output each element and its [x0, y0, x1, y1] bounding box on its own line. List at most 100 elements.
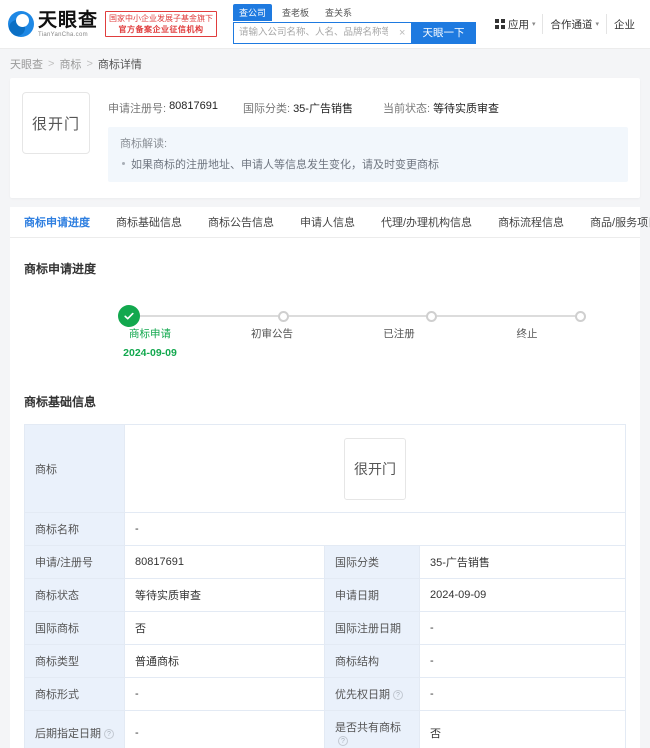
row-priority-value: - [419, 677, 626, 711]
row-form-value: - [124, 677, 325, 711]
row-intl-label: 国际商标 [24, 611, 125, 645]
row-shared-label-text: 是否共有商标 [335, 722, 401, 734]
table-row: 申请/注册号 80817691 国际分类 35-广告销售 [24, 545, 626, 579]
summary-field-regno: 申请注册号: 80817691 [108, 100, 243, 116]
row-regno-label: 申请/注册号 [24, 545, 125, 579]
row-class-value: 35-广告销售 [419, 545, 626, 579]
step-label-3-name: 已注册 [383, 328, 415, 340]
tab-applicant-info[interactable]: 申请人信息 [287, 207, 368, 237]
step-node-3[interactable] [426, 310, 438, 322]
tab-agency-info[interactable]: 代理/办理机构信息 [368, 207, 485, 237]
site-header: 天眼查 TianYanCha.com 国家中小企业发展子基金旗下 官方备案企业征… [0, 0, 650, 49]
step-node-4[interactable] [575, 310, 587, 322]
table-row: 商标名称 - [24, 512, 626, 546]
application-progress-stepper: 商标申请 2024-09-09 初审公告 已注册 终止 [24, 293, 626, 371]
site-logo[interactable]: 天眼查 TianYanCha.com [8, 11, 98, 38]
row-class-label: 国际分类 [324, 545, 420, 579]
row-appdate-label: 申请日期 [324, 578, 420, 612]
help-icon[interactable]: ? [338, 736, 348, 747]
step-label-3: 已注册 [354, 326, 444, 341]
step-node-1-done[interactable] [118, 305, 140, 327]
summary-field-regno-label: 申请注册号: [108, 103, 167, 115]
step-label-2: 初审公告 [227, 326, 317, 341]
summary-field-status-value: 等待实质审查 [433, 103, 500, 115]
summary-field-class-value: 35-广告销售 [293, 103, 353, 115]
search-area: 查公司 查老板 查关系 × 天眼一下 [233, 3, 477, 44]
step-label-1-date: 2024-09-09 [123, 347, 177, 359]
note-title: 商标解读: [120, 138, 168, 150]
tab-announcement-info[interactable]: 商标公告信息 [195, 207, 287, 237]
row-intldate-value: - [419, 611, 626, 645]
header-nav: 应用 ▾ 合作通道 ▾ 企业 [488, 14, 642, 34]
check-icon [124, 312, 134, 320]
table-row: 商标类型 普通商标 商标结构 - [24, 644, 626, 678]
search-button[interactable]: 天眼一下 [411, 22, 476, 43]
breadcrumb-separator-1: > [48, 57, 55, 70]
stepper-line-2 [288, 315, 427, 317]
basic-info-section: 商标基础信息 商标 很开门 商标名称 - 申请/注册号 80817691 国际分… [10, 371, 640, 748]
nav-partner-label: 合作通道 [550, 18, 593, 31]
logo-text-cn: 天眼查 [38, 9, 99, 31]
nav-apps[interactable]: 应用 ▾ [488, 14, 542, 34]
search-tab-boss[interactable]: 查老板 [276, 4, 315, 21]
progress-section-title: 商标申请进度 [24, 262, 97, 276]
nav-partner[interactable]: 合作通道 ▾ [542, 14, 606, 34]
row-laterdate-label: 后期指定日期? [24, 710, 125, 748]
step-label-4: 终止 [482, 326, 572, 341]
stepper-line-3 [437, 315, 576, 317]
breadcrumb-item-current: 商标详情 [97, 58, 142, 71]
table-row: 后期指定日期? - 是否共有商标? 否 [24, 710, 626, 748]
breadcrumb-separator-2: > [86, 57, 93, 70]
step-label-2-name: 初审公告 [251, 328, 293, 340]
row-name-value: - [124, 512, 626, 546]
note-line: 如果商标的注册地址、申请人等信息发生变化，请及时变更商标 [120, 156, 616, 172]
table-row-logo: 商标 很开门 [24, 424, 626, 513]
row-intldate-label: 国际注册日期 [324, 611, 420, 645]
help-icon[interactable]: ? [104, 729, 114, 740]
row-type-label: 商标类型 [24, 644, 125, 678]
tab-goods-services[interactable]: 商品/服务项目 [577, 207, 650, 237]
row-form-label: 商标形式 [24, 677, 125, 711]
summary-field-status: 当前状态: 等待实质审查 [383, 100, 499, 116]
breadcrumb: 天眼查 > 商标 > 商标详情 [0, 49, 650, 78]
table-row: 商标形式 - 优先权日期? - [24, 677, 626, 711]
row-appdate-value: 2024-09-09 [419, 578, 626, 612]
basic-info-title: 商标基础信息 [24, 395, 97, 409]
stepper-track [118, 305, 587, 327]
breadcrumb-item-trademark[interactable]: 商标 [59, 56, 81, 72]
row-intl-value: 否 [124, 611, 325, 645]
help-icon[interactable]: ? [393, 690, 403, 701]
tab-application-progress[interactable]: 商标申请进度 [24, 207, 103, 237]
row-logo-value: 很开门 [124, 424, 626, 513]
row-priority-label-text: 优先权日期 [335, 689, 390, 701]
logo-text-en: TianYanCha.com [38, 31, 88, 38]
step-node-2[interactable] [277, 310, 289, 322]
table-row: 国际商标 否 国际注册日期 - [24, 611, 626, 645]
badge-line-1: 国家中小企业发展子基金旗下 [109, 14, 214, 23]
row-logo-label: 商标 [24, 424, 125, 513]
search-input[interactable] [234, 22, 394, 43]
search-tab-relation[interactable]: 查关系 [319, 4, 358, 21]
row-structure-value: - [419, 644, 626, 678]
page-body: 很开门 申请注册号: 80817691 国际分类: 35-广告销售 当前状态: … [0, 78, 650, 748]
tab-basic-info[interactable]: 商标基础信息 [103, 207, 195, 237]
clear-icon[interactable]: × [393, 27, 411, 39]
chevron-down-icon-2: ▾ [595, 21, 599, 28]
nav-enterprise[interactable]: 企业 [606, 14, 642, 34]
row-name-label: 商标名称 [24, 512, 125, 546]
trademark-logo-thumb: 很开门 [344, 437, 406, 500]
breadcrumb-item-home[interactable]: 天眼查 [10, 56, 43, 72]
step-label-1-name: 商标申请 [129, 328, 171, 340]
step-label-4-name: 终止 [516, 328, 538, 340]
nav-apps-label: 应用 [507, 18, 529, 31]
row-status-value: 等待实质审查 [124, 578, 325, 612]
row-regno-value: 80817691 [124, 545, 325, 579]
nav-enterprise-label: 企业 [614, 18, 635, 31]
gov-certification-badge: 国家中小企业发展子基金旗下 官方备案企业征信机构 [105, 11, 218, 37]
row-status-label: 商标状态 [24, 578, 125, 612]
tab-process-info[interactable]: 商标流程信息 [485, 207, 577, 237]
search-tab-company[interactable]: 查公司 [233, 3, 273, 21]
row-priority-label: 优先权日期? [324, 677, 420, 711]
bullet-icon [122, 162, 125, 165]
step-label-1: 商标申请 2024-09-09 [105, 326, 195, 359]
